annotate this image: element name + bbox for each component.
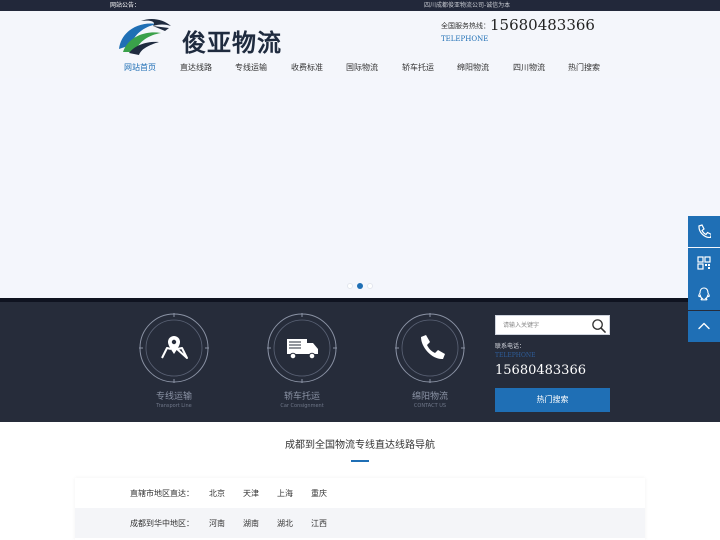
feature-mianyang[interactable]: 绵阳物流 CONTACT US: [385, 312, 475, 409]
nav-item-international[interactable]: 国际物流: [346, 62, 378, 73]
truck-icon: [267, 313, 337, 383]
hotline-label: 全国服务热线：: [441, 22, 490, 30]
search-icon[interactable]: [591, 318, 606, 333]
site-logo[interactable]: 俊亚物流: [113, 15, 328, 57]
phone-icon: [395, 313, 465, 383]
feature-line-transport[interactable]: 专线运输 Transport Line: [129, 312, 219, 409]
notice-slogan[interactable]: 四川成都俊亚物流公司-诚信为本: [424, 1, 510, 10]
route-nav-panel: 直辖市地区直达： 北京 天津 上海 重庆 成都到华中地区： 河南 湖南 湖北 江…: [75, 478, 645, 540]
feature-band: 专线运输 Transport Line 轿车托运 Car Consignment…: [0, 302, 720, 422]
slider-dot-3[interactable]: [367, 283, 373, 289]
banner-slider[interactable]: [0, 78, 720, 298]
feature-subtitle: CONTACT US: [413, 403, 447, 409]
feature-subtitle: Transport Line: [156, 403, 192, 409]
search-box: [495, 315, 610, 335]
phone-icon: [698, 224, 711, 238]
nav-item-sichuan[interactable]: 四川物流: [513, 62, 545, 73]
logo-emblem-icon: [119, 18, 171, 55]
hotline-sub: TELEPHONE: [441, 35, 489, 43]
back-to-top-icon: [698, 322, 710, 330]
side-back-to-top-button[interactable]: [688, 311, 720, 342]
route-city[interactable]: 重庆: [311, 488, 327, 499]
side-qrcode-button[interactable]: [688, 248, 720, 279]
hotline-number: 15680483366: [490, 16, 595, 34]
slider-dot-2[interactable]: [357, 283, 363, 289]
nav-item-car-consignment[interactable]: 轿车托运: [402, 62, 434, 73]
route-city[interactable]: 上海: [277, 488, 293, 499]
nav-item-pricing[interactable]: 收费标准: [291, 62, 323, 73]
feature-title: 专线运输: [155, 392, 192, 402]
section-title: 成都到全国物流专线直达线路导航: [285, 440, 435, 451]
main-nav: 网站首页 直达线路 专线运输 收费标准 国际物流 轿车托运 绵阳物流 四川物流 …: [0, 55, 720, 78]
side-phone-button[interactable]: [688, 216, 720, 247]
site-header: 俊亚物流 全国服务热线： 15680483366 TELEPHONE: [0, 11, 720, 57]
contact-number: 15680483366: [495, 363, 586, 378]
route-city[interactable]: 湖南: [243, 518, 259, 529]
route-row: 直辖市地区直达： 北京 天津 上海 重庆: [75, 478, 645, 508]
route-region: 成都到华中地区：: [130, 519, 194, 528]
qrcode-icon: [697, 256, 711, 270]
section-underline: [351, 460, 369, 462]
map-pin-icon: [139, 313, 209, 383]
nav-item-home[interactable]: 网站首页: [124, 62, 156, 73]
route-row: 成都到华中地区： 河南 湖南 湖北 江西: [75, 508, 645, 538]
nav-item-hot-search[interactable]: 热门搜索: [568, 62, 600, 73]
route-city[interactable]: 江西: [311, 518, 327, 529]
nav-item-line-transport[interactable]: 专线运输: [235, 62, 267, 73]
slider-dot-1[interactable]: [347, 283, 353, 289]
qq-icon: [698, 287, 710, 301]
search-input[interactable]: [496, 316, 590, 334]
route-city[interactable]: 河南: [209, 518, 225, 529]
route-city[interactable]: 湖北: [277, 518, 293, 529]
nav-item-direct-routes[interactable]: 直达线路: [180, 62, 212, 73]
hot-search-button[interactable]: 热门搜索: [495, 388, 610, 412]
feature-title: 轿车托运: [283, 392, 320, 402]
contact-sub: TELEPHONE: [495, 352, 536, 359]
route-city[interactable]: 天津: [243, 488, 259, 499]
side-qq-button[interactable]: [688, 279, 720, 310]
nav-item-mianyang[interactable]: 绵阳物流: [457, 62, 489, 73]
feature-subtitle: Car Consignment: [280, 403, 324, 409]
route-city[interactable]: 北京: [209, 488, 225, 499]
route-region: 直辖市地区直达：: [130, 489, 194, 498]
feature-car-consignment[interactable]: 轿车托运 Car Consignment: [257, 312, 347, 409]
notice-bar: 网站公告： 四川成都俊亚物流公司-诚信为本: [0, 0, 720, 11]
feature-title: 绵阳物流: [411, 392, 448, 402]
contact-label: 联系电话：: [495, 343, 526, 350]
logo-text: 俊亚物流: [182, 29, 282, 57]
notice-label: 网站公告：: [110, 2, 141, 9]
